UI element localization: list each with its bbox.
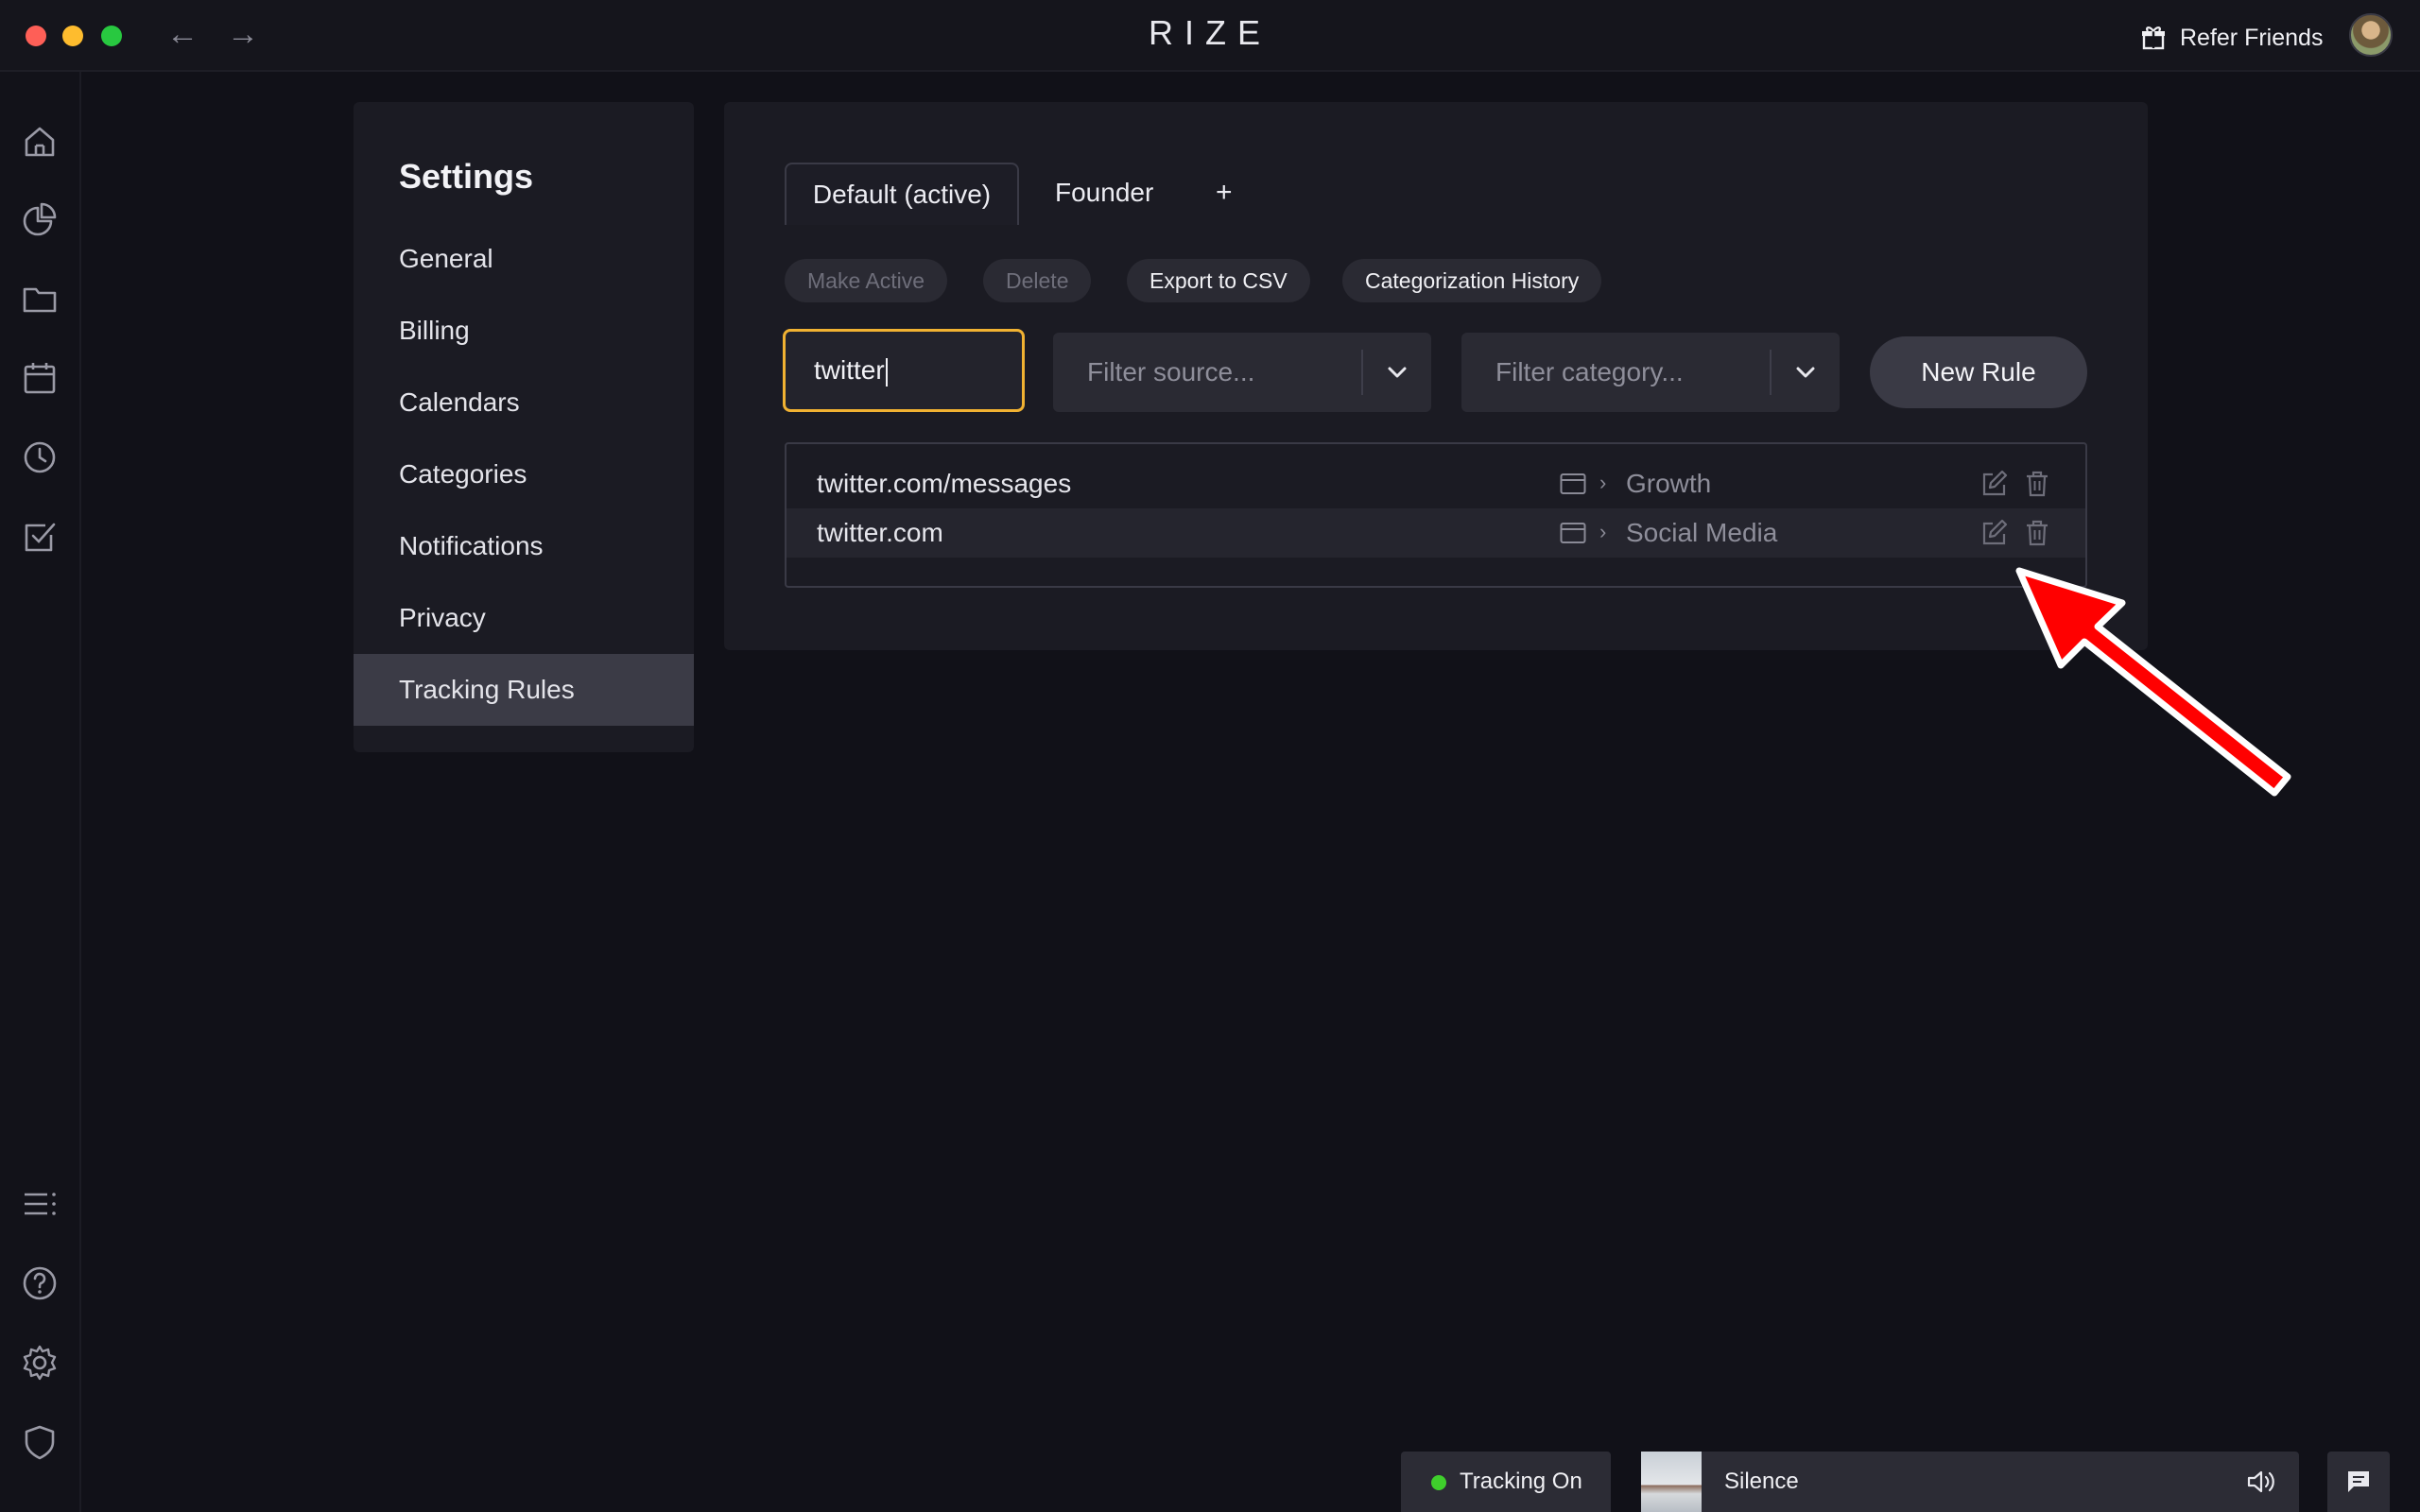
settings-item-billing[interactable]: Billing bbox=[354, 295, 694, 367]
calendar-icon[interactable] bbox=[21, 359, 59, 397]
tracking-rules-panel: Default (active) Founder + Make Active D… bbox=[724, 102, 2148, 650]
settings-item-calendars[interactable]: Calendars bbox=[354, 367, 694, 438]
browser-window-icon bbox=[1560, 523, 1586, 543]
browser-window-icon bbox=[1560, 473, 1586, 494]
settings-item-general[interactable]: General bbox=[354, 223, 694, 295]
close-window-button[interactable] bbox=[26, 26, 46, 46]
music-track-label: Silence bbox=[1724, 1469, 1799, 1494]
tracking-status-button[interactable]: Tracking On bbox=[1401, 1452, 1611, 1512]
pie-chart-icon[interactable] bbox=[21, 200, 59, 238]
new-rule-button[interactable]: New Rule bbox=[1870, 336, 2087, 408]
app-window: ← → RIZE Refer Friends Settings General … bbox=[0, 0, 2420, 1512]
select-divider bbox=[1770, 350, 1772, 395]
search-input[interactable]: twitter bbox=[783, 329, 1025, 412]
settings-item-notifications[interactable]: Notifications bbox=[354, 510, 694, 582]
app-title: RIZE bbox=[1148, 13, 1271, 52]
make-active-button[interactable]: Make Active bbox=[785, 259, 947, 302]
refer-friends-label: Refer Friends bbox=[2180, 24, 2324, 51]
avatar[interactable] bbox=[2349, 13, 2393, 57]
rule-row[interactable]: twitter.com › Social Media bbox=[786, 508, 2085, 558]
text-caret bbox=[885, 357, 888, 387]
chevron-right-icon: › bbox=[1599, 471, 1607, 494]
folder-icon[interactable] bbox=[21, 280, 59, 318]
rule-source: twitter.com/messages bbox=[817, 469, 1072, 498]
volume-icon[interactable] bbox=[2246, 1469, 2276, 1495]
filter-source-placeholder: Filter source... bbox=[1087, 357, 1255, 387]
export-csv-button[interactable]: Export to CSV bbox=[1127, 259, 1310, 302]
settings-item-tracking-rules[interactable]: Tracking Rules bbox=[354, 654, 694, 726]
filter-category-placeholder: Filter category... bbox=[1495, 357, 1684, 387]
chat-button[interactable] bbox=[2327, 1452, 2390, 1512]
forward-arrow-icon[interactable]: → bbox=[227, 15, 259, 53]
chevron-down-icon[interactable] bbox=[1790, 357, 1821, 387]
checkbox-icon[interactable] bbox=[21, 518, 59, 556]
focus-music-player[interactable]: Silence bbox=[1641, 1452, 2299, 1512]
settings-sidebar: Settings General Billing Calendars Categ… bbox=[354, 102, 694, 752]
settings-title: Settings bbox=[399, 157, 534, 196]
edit-icon[interactable] bbox=[1979, 519, 2008, 547]
chat-icon bbox=[2348, 1471, 2369, 1492]
clock-icon[interactable] bbox=[21, 438, 59, 476]
search-input-value: twitter bbox=[814, 355, 885, 385]
rule-row[interactable]: twitter.com/messages › Growth bbox=[786, 459, 2085, 508]
rule-category: Growth bbox=[1626, 469, 1712, 498]
title-bar: ← → RIZE Refer Friends bbox=[0, 0, 2420, 72]
gear-icon[interactable] bbox=[21, 1344, 59, 1382]
trash-icon[interactable] bbox=[2023, 470, 2051, 498]
back-arrow-icon[interactable]: ← bbox=[166, 15, 199, 53]
annotation-arrow-icon bbox=[2015, 567, 2291, 797]
icon-rail bbox=[0, 72, 81, 1512]
home-icon[interactable] bbox=[21, 123, 59, 161]
maximize-window-button[interactable] bbox=[101, 26, 122, 46]
edit-icon[interactable] bbox=[1979, 470, 2008, 498]
rules-list: twitter.com/messages › Growth twitter.co… bbox=[785, 442, 2087, 588]
tab-default-active[interactable]: Default (active) bbox=[785, 163, 1019, 225]
settings-item-categories[interactable]: Categories bbox=[354, 438, 694, 510]
settings-item-privacy[interactable]: Privacy bbox=[354, 582, 694, 654]
tracking-status-label: Tracking On bbox=[1460, 1469, 1582, 1494]
filter-source-select[interactable]: Filter source... bbox=[1053, 333, 1431, 412]
tab-founder[interactable]: Founder bbox=[1055, 163, 1153, 225]
chevron-down-icon[interactable] bbox=[1382, 357, 1412, 387]
trash-icon[interactable] bbox=[2023, 519, 2051, 547]
categorization-history-button[interactable]: Categorization History bbox=[1342, 259, 1602, 302]
delete-profile-button[interactable]: Delete bbox=[983, 259, 1092, 302]
chevron-right-icon: › bbox=[1599, 520, 1607, 543]
shield-icon[interactable] bbox=[21, 1423, 59, 1461]
rule-category: Social Media bbox=[1626, 518, 1778, 547]
music-thumbnail bbox=[1641, 1452, 1702, 1512]
list-icon[interactable] bbox=[21, 1185, 59, 1223]
tracking-status-dot bbox=[1431, 1475, 1446, 1490]
rule-source: twitter.com bbox=[817, 518, 943, 547]
select-divider bbox=[1361, 350, 1363, 395]
add-profile-button[interactable]: + bbox=[1216, 163, 1233, 225]
filter-category-select[interactable]: Filter category... bbox=[1461, 333, 1840, 412]
gift-icon bbox=[2142, 26, 2165, 50]
refer-friends-button[interactable]: Refer Friends bbox=[2140, 21, 2323, 55]
minimize-window-button[interactable] bbox=[62, 26, 83, 46]
help-icon[interactable] bbox=[21, 1264, 59, 1302]
